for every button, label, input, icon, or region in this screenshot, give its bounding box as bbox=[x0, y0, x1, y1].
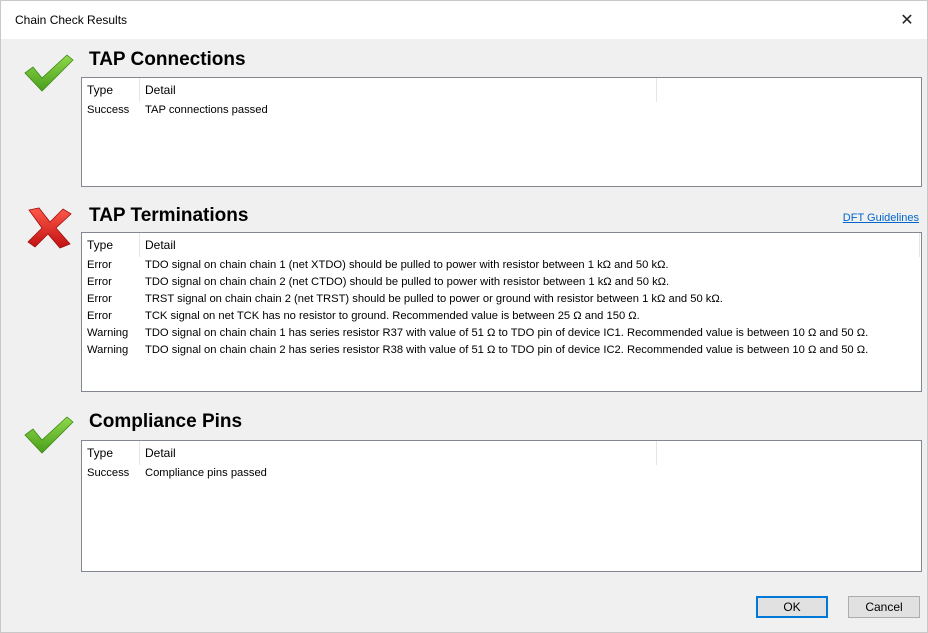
checkmark-icon bbox=[24, 416, 74, 454]
grid-header: Type Detail bbox=[82, 441, 921, 465]
column-type[interactable]: Type bbox=[82, 441, 140, 465]
row-type: Warning bbox=[87, 327, 129, 339]
section-title-compliance-pins: Compliance Pins bbox=[89, 411, 243, 432]
section-title-tap-connections: TAP Connections bbox=[89, 49, 246, 70]
dft-guidelines-link[interactable]: DFT Guidelines bbox=[843, 212, 919, 224]
table-row[interactable]: Warning TDO signal on chain chain 1 has … bbox=[82, 325, 921, 342]
tap-connections-grid[interactable]: Type Detail Success TAP connections pass… bbox=[81, 77, 922, 187]
row-type: Error bbox=[87, 276, 112, 288]
row-detail: Compliance pins passed bbox=[145, 467, 267, 479]
checkmark-icon bbox=[24, 54, 74, 92]
row-detail: TDO signal on chain chain 2 has series r… bbox=[145, 344, 869, 356]
close-button[interactable]: ✕ bbox=[887, 1, 927, 39]
row-type: Error bbox=[87, 293, 112, 305]
grid-header: Type Detail bbox=[82, 78, 921, 102]
row-detail: TDO signal on chain chain 1 has series r… bbox=[145, 327, 869, 339]
section-title-tap-terminations: TAP Terminations bbox=[89, 205, 249, 226]
row-type: Success bbox=[87, 467, 130, 479]
table-row[interactable]: Error TDO signal on chain chain 2 (net C… bbox=[82, 274, 921, 291]
table-row[interactable]: Success TAP connections passed bbox=[82, 102, 921, 119]
grid-header: Type Detail bbox=[82, 233, 921, 257]
table-row[interactable]: Error TCK signal on net TCK has no resis… bbox=[82, 308, 921, 325]
row-type: Warning bbox=[87, 344, 129, 356]
column-detail[interactable]: Detail bbox=[140, 441, 657, 465]
row-type: Success bbox=[87, 104, 130, 116]
table-row[interactable]: Error TRST signal on chain chain 2 (net … bbox=[82, 291, 921, 308]
table-row[interactable]: Error TDO signal on chain chain 1 (net X… bbox=[82, 257, 921, 274]
tap-terminations-grid[interactable]: Type Detail Error TDO signal on chain ch… bbox=[81, 232, 922, 392]
column-detail[interactable]: Detail bbox=[140, 78, 657, 102]
title-bar: Chain Check Results ✕ bbox=[1, 1, 927, 39]
row-detail: TAP connections passed bbox=[145, 104, 268, 116]
close-icon: ✕ bbox=[900, 12, 914, 29]
row-type: Error bbox=[87, 259, 112, 271]
row-detail: TDO signal on chain chain 1 (net XTDO) s… bbox=[145, 259, 669, 271]
compliance-pins-grid[interactable]: Type Detail Success Compliance pins pass… bbox=[81, 440, 922, 572]
row-detail: TRST signal on chain chain 2 (net TRST) … bbox=[145, 293, 723, 305]
table-row[interactable]: Warning TDO signal on chain chain 2 has … bbox=[82, 342, 921, 359]
cancel-button[interactable]: Cancel bbox=[848, 596, 920, 618]
window-title: Chain Check Results bbox=[15, 13, 128, 27]
column-detail[interactable]: Detail bbox=[140, 233, 920, 257]
chain-check-dialog: Chain Check Results ✕ TAP Connections Ty… bbox=[0, 0, 928, 633]
column-type[interactable]: Type bbox=[82, 78, 140, 102]
error-x-icon bbox=[27, 207, 72, 249]
ok-button[interactable]: OK bbox=[756, 596, 828, 618]
row-type: Error bbox=[87, 310, 112, 322]
column-type[interactable]: Type bbox=[82, 233, 140, 257]
row-detail: TCK signal on net TCK has no resistor to… bbox=[145, 310, 640, 322]
row-detail: TDO signal on chain chain 2 (net CTDO) s… bbox=[145, 276, 670, 288]
table-row[interactable]: Success Compliance pins passed bbox=[82, 465, 921, 482]
